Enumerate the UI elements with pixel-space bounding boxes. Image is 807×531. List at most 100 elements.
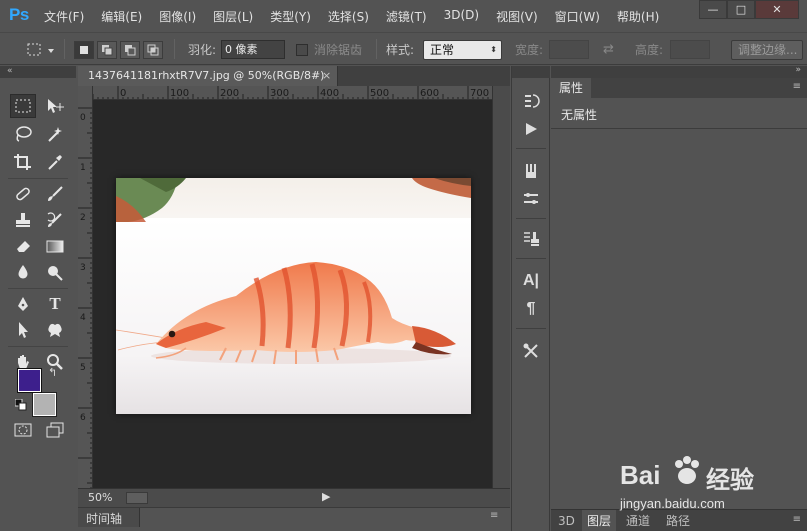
lasso-tool-icon[interactable]: [10, 122, 36, 146]
screen-mode-icon[interactable]: [42, 418, 68, 442]
baidu-jingyan-watermark: Bai 经验 jingyan.baidu.com: [620, 446, 800, 516]
history-brush-tool-icon[interactable]: [42, 208, 68, 232]
actions-panel-icon[interactable]: [519, 118, 543, 140]
dodge-tool-icon[interactable]: [42, 260, 68, 284]
ruler-label: 500: [370, 88, 389, 99]
character-panel-icon[interactable]: A|: [519, 270, 543, 292]
close-window-button[interactable]: ✕: [755, 0, 799, 19]
ruler-label: 0: [120, 88, 126, 99]
minimize-button[interactable]: —: [699, 0, 727, 19]
properties-panel: » 属性 ≡ 无属性: [551, 65, 807, 509]
menu-edit[interactable]: 编辑(E): [101, 8, 142, 25]
brush-presets-panel-icon[interactable]: [519, 160, 543, 182]
options-bar: 羽化: 0 像素 消除锯齿 样式: 正常 ⬍ 宽度: ⇄ 高度: 调整边缘...: [0, 32, 807, 65]
blur-tool-icon[interactable]: [10, 260, 36, 284]
menu-select[interactable]: 选择(S): [328, 8, 369, 25]
separator: [516, 328, 546, 329]
paragraph-panel-icon[interactable]: ¶: [519, 298, 543, 320]
menu-help[interactable]: 帮助(H): [617, 8, 659, 25]
pen-tool-icon[interactable]: [10, 292, 36, 316]
tool-presets-panel-icon[interactable]: [519, 340, 543, 362]
ruler-label: 5: [80, 363, 86, 373]
ruler-label: 200: [220, 88, 239, 99]
style-label: 样式:: [386, 43, 415, 57]
menu-layer[interactable]: 图层(L): [213, 8, 253, 25]
properties-content: 无属性: [551, 98, 807, 129]
brush-panel-icon[interactable]: [519, 188, 543, 210]
refine-edge-button[interactable]: 调整边缘...: [731, 39, 803, 60]
status-menu-arrow-icon[interactable]: ▶: [322, 490, 330, 503]
ruler-label: 300: [270, 88, 289, 99]
custom-shape-tool-icon[interactable]: [42, 318, 68, 342]
status-info-icon[interactable]: [126, 492, 148, 504]
maximize-button[interactable]: □: [727, 0, 755, 19]
menu-image[interactable]: 图像(I): [159, 8, 196, 25]
feather-input[interactable]: 0 像素: [221, 40, 285, 59]
close-tab-icon[interactable]: ×: [322, 66, 331, 86]
ruler-label: 0: [80, 113, 86, 123]
tab-layers[interactable]: 图层: [582, 510, 617, 531]
background-color-swatch[interactable]: [32, 392, 57, 417]
panel-menu-icon[interactable]: ≡: [793, 81, 801, 92]
zoom-level[interactable]: 50%: [88, 491, 112, 504]
type-tool-icon[interactable]: T: [42, 292, 68, 316]
toolbox-header[interactable]: «: [0, 66, 76, 78]
document-tab[interactable]: 1437641181rhxtR7V7.jpg @ 50%(RGB/8#): [78, 66, 338, 86]
selection-mode-group: [74, 33, 166, 66]
horizontal-ruler: 0 100 200 300 400 500 600 700: [78, 86, 492, 100]
antialias-label: 消除锯齿: [314, 43, 363, 57]
eyedropper-tool-icon[interactable]: [42, 150, 68, 174]
history-panel-icon[interactable]: [519, 90, 543, 112]
properties-panel-header[interactable]: »: [551, 65, 807, 78]
path-selection-tool-icon[interactable]: [10, 318, 36, 342]
collapsed-panels-strip: A| ¶: [511, 66, 550, 531]
foreground-color-swatch[interactable]: [17, 368, 42, 393]
document-status-bar: 50% ▶: [78, 488, 510, 507]
menu-filter[interactable]: 滤镜(T): [386, 8, 427, 25]
panel-strip-header[interactable]: [512, 66, 550, 78]
clone-source-panel-icon[interactable]: [519, 228, 543, 250]
menu-file[interactable]: 文件(F): [44, 8, 84, 25]
properties-tab[interactable]: 属性: [551, 78, 592, 98]
default-colors-icon[interactable]: [14, 398, 27, 414]
menu-items: 文件(F) 编辑(E) 图像(I) 图层(L) 类型(Y) 选择(S) 滤镜(T…: [44, 8, 676, 25]
style-select[interactable]: 正常 ⬍: [423, 39, 502, 60]
swap-icon[interactable]: ⇄: [603, 42, 614, 57]
document-tab-title: 1437641181rhxtR7V7.jpg @ 50%(RGB/8#): [88, 69, 325, 82]
clone-stamp-tool-icon[interactable]: [10, 208, 36, 232]
brush-tool-icon[interactable]: [42, 182, 68, 206]
width-label: 宽度:: [515, 43, 544, 57]
menu-3d[interactable]: 3D(D): [444, 8, 479, 25]
panel-menu-icon[interactable]: ≡: [490, 510, 498, 521]
separator: [8, 346, 68, 347]
add-to-selection-icon[interactable]: [97, 40, 117, 59]
subtract-from-selection-icon[interactable]: [120, 40, 140, 59]
magic-wand-tool-icon[interactable]: [42, 122, 68, 146]
crop-tool-icon[interactable]: [10, 150, 36, 174]
menu-window[interactable]: 窗口(W): [555, 8, 600, 25]
watermark-brand: Bai: [620, 460, 661, 490]
new-selection-icon[interactable]: [74, 40, 94, 59]
separator: [376, 39, 377, 59]
tool-preset-picker[interactable]: [26, 33, 58, 66]
move-tool-icon[interactable]: [42, 94, 68, 118]
tab-3d[interactable]: 3D: [553, 510, 580, 531]
spot-healing-brush-icon[interactable]: [10, 182, 36, 206]
separator: [516, 148, 546, 149]
vertical-scrollbar[interactable]: [492, 86, 510, 488]
menu-type[interactable]: 类型(Y): [270, 8, 311, 25]
antialias-checkbox[interactable]: [296, 43, 308, 56]
eraser-tool-icon[interactable]: [10, 234, 36, 258]
intersect-selection-icon[interactable]: [143, 40, 163, 59]
menu-view[interactable]: 视图(V): [496, 8, 538, 25]
gradient-tool-icon[interactable]: [42, 234, 68, 258]
swap-colors-icon[interactable]: ↰: [48, 366, 57, 379]
collapse-panel-icon[interactable]: »: [795, 65, 801, 75]
quick-mask-icon[interactable]: [10, 418, 36, 442]
height-input[interactable]: [670, 40, 710, 59]
width-input[interactable]: [549, 40, 589, 59]
feather-label: 羽化:: [188, 43, 217, 57]
separator: [64, 39, 65, 59]
timeline-label: 时间轴: [86, 512, 123, 526]
rectangular-marquee-tool-icon[interactable]: [10, 94, 36, 118]
